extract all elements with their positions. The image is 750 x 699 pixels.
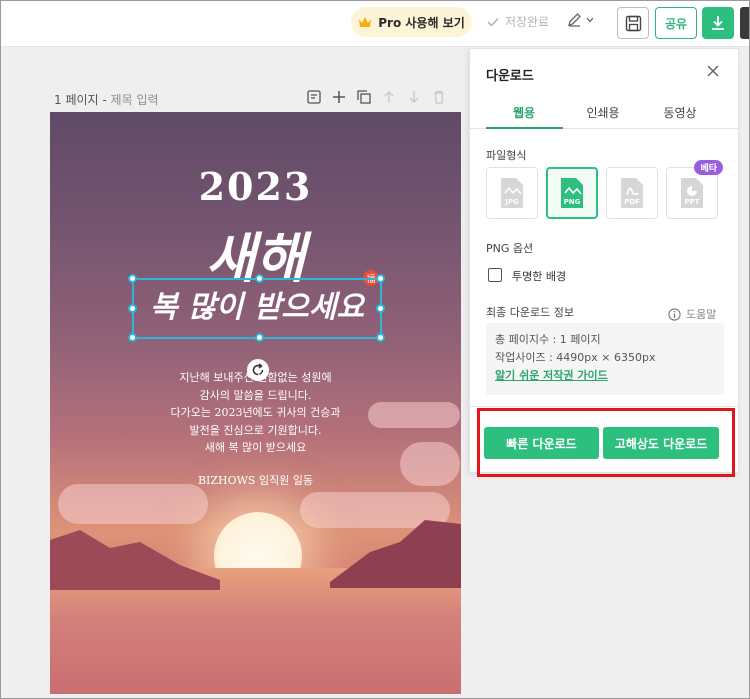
overflow-button[interactable] [740,7,749,39]
check-icon [487,17,499,27]
message-line: 다가오는 2023년에도 귀사의 건승과 [170,406,341,419]
top-toolbar: Pro 사용해 보기 저장완료 공유 [1,1,749,47]
page-title-row: 1 페이지 - 제목 입력 [54,93,159,107]
panel-title: 다운로드 [486,69,534,84]
svg-text:PNG: PNG [564,198,581,206]
jpg-file-icon: JPG [501,178,523,208]
tab-video[interactable]: 동영상 [642,104,718,121]
floppy-disk-icon [625,15,641,31]
panel-divider [470,406,740,407]
format-options: JPG PNG PDF PPT 베타 [486,160,723,219]
message-line: 지난해 보내주신 변함없는 성원에 [179,371,332,384]
close-icon[interactable] [706,64,720,78]
app-window: Pro 사용해 보기 저장완료 공유 1 페이지 - 제목 입력 2023 새해… [0,0,750,699]
page-title-input[interactable]: 제목 입력 [111,93,159,107]
ppt-file-icon: PPT [681,178,703,208]
message-line: 발전을 진심으로 기원합니다. [189,423,322,437]
format-ppt[interactable]: PPT 베타 [666,160,723,219]
copy-page-icon[interactable] [356,89,372,105]
move-up-icon[interactable] [381,89,397,105]
beta-badge: 베타 [694,160,723,175]
info-icon [668,307,681,321]
work-size: 작업사이즈 : 4490px × 6350px [495,351,656,364]
resize-handle[interactable] [128,304,137,313]
pen-tool-menu[interactable] [567,12,594,27]
mountain-right [330,520,461,588]
format-png[interactable]: PNG [546,167,598,219]
pdf-file-icon: PDF [621,178,643,208]
resize-handle[interactable] [128,333,137,342]
final-info-label: 최종 다운로드 정보 [486,306,574,319]
add-page-icon[interactable] [331,89,347,105]
move-down-icon[interactable] [406,89,422,105]
save-status-label: 저장완료 [505,15,550,29]
poster-year[interactable]: 2023 [50,164,461,209]
chevron-down-icon [586,17,594,22]
pen-icon [568,13,581,27]
resize-handle[interactable] [376,333,385,342]
pro-trial-label: Pro 사용해 보기 [378,15,465,30]
poster-signature[interactable]: BIZHOWS 임직원 일동 [50,472,461,488]
message-line: 새해 복 많이 받으세요 [204,441,307,454]
help-label: 도움말 [686,308,717,321]
svg-text:JPG: JPG [504,198,519,206]
download-button[interactable] [702,7,734,39]
format-jpg[interactable]: JPG [486,167,538,219]
format-pdf[interactable]: PDF [606,167,658,219]
save-button[interactable] [617,7,649,39]
resize-handle[interactable] [255,274,264,283]
copyright-guide-link[interactable]: 알기 쉬운 저작권 가이드 [495,367,715,385]
file-format-label: 파일형식 [486,149,527,162]
memo-icon[interactable] [306,89,322,105]
page-count: 총 페이지수 : 1 페이지 [495,333,601,346]
tab-web[interactable]: 웹용 [486,104,562,121]
poster-message[interactable]: 지난해 보내주신 변함없는 성원에 감사의 말씀을 드립니다. 다가오는 202… [50,369,461,457]
png-file-icon: PNG [561,178,583,208]
poster-canvas[interactable]: 2023 새해 福 복 많이 받으세요 지난해 보내주신 변함없는 성원에 감사… [50,112,461,694]
selection-box[interactable] [128,274,385,342]
svg-text:PPT: PPT [684,198,699,206]
save-status: 저장완료 [487,13,549,30]
download-info-box: 총 페이지수 : 1 페이지 작업사이즈 : 4490px × 6350px 알… [486,323,724,395]
png-options-label: PNG 옵션 [486,242,534,255]
mountain-left [50,530,220,590]
svg-text:PDF: PDF [624,198,640,206]
pro-trial-button[interactable]: Pro 사용해 보기 [351,7,472,37]
help-link[interactable]: 도움말 [668,306,716,322]
download-icon [712,16,724,30]
resize-handle[interactable] [255,333,264,342]
page-number: 1 페이지 [54,93,99,107]
page-toolbar [306,89,447,105]
message-line: 감사의 말씀을 드립니다. [199,388,312,402]
tab-print[interactable]: 인쇄용 [565,104,641,121]
transparent-bg-checkbox[interactable] [488,268,502,282]
share-button[interactable]: 공유 [655,7,697,39]
resize-handle[interactable] [128,274,137,283]
highlight-box [477,408,735,477]
resize-handle[interactable] [376,304,385,313]
download-tabs: 웹용 인쇄용 동영상 [470,97,740,129]
cloud-shape [58,484,208,524]
crown-icon [359,17,372,27]
trash-icon[interactable] [431,89,447,105]
resize-handle[interactable] [376,274,385,283]
active-tab-indicator [486,127,563,129]
transparent-bg-label[interactable]: 투명한 배경 [512,268,566,284]
